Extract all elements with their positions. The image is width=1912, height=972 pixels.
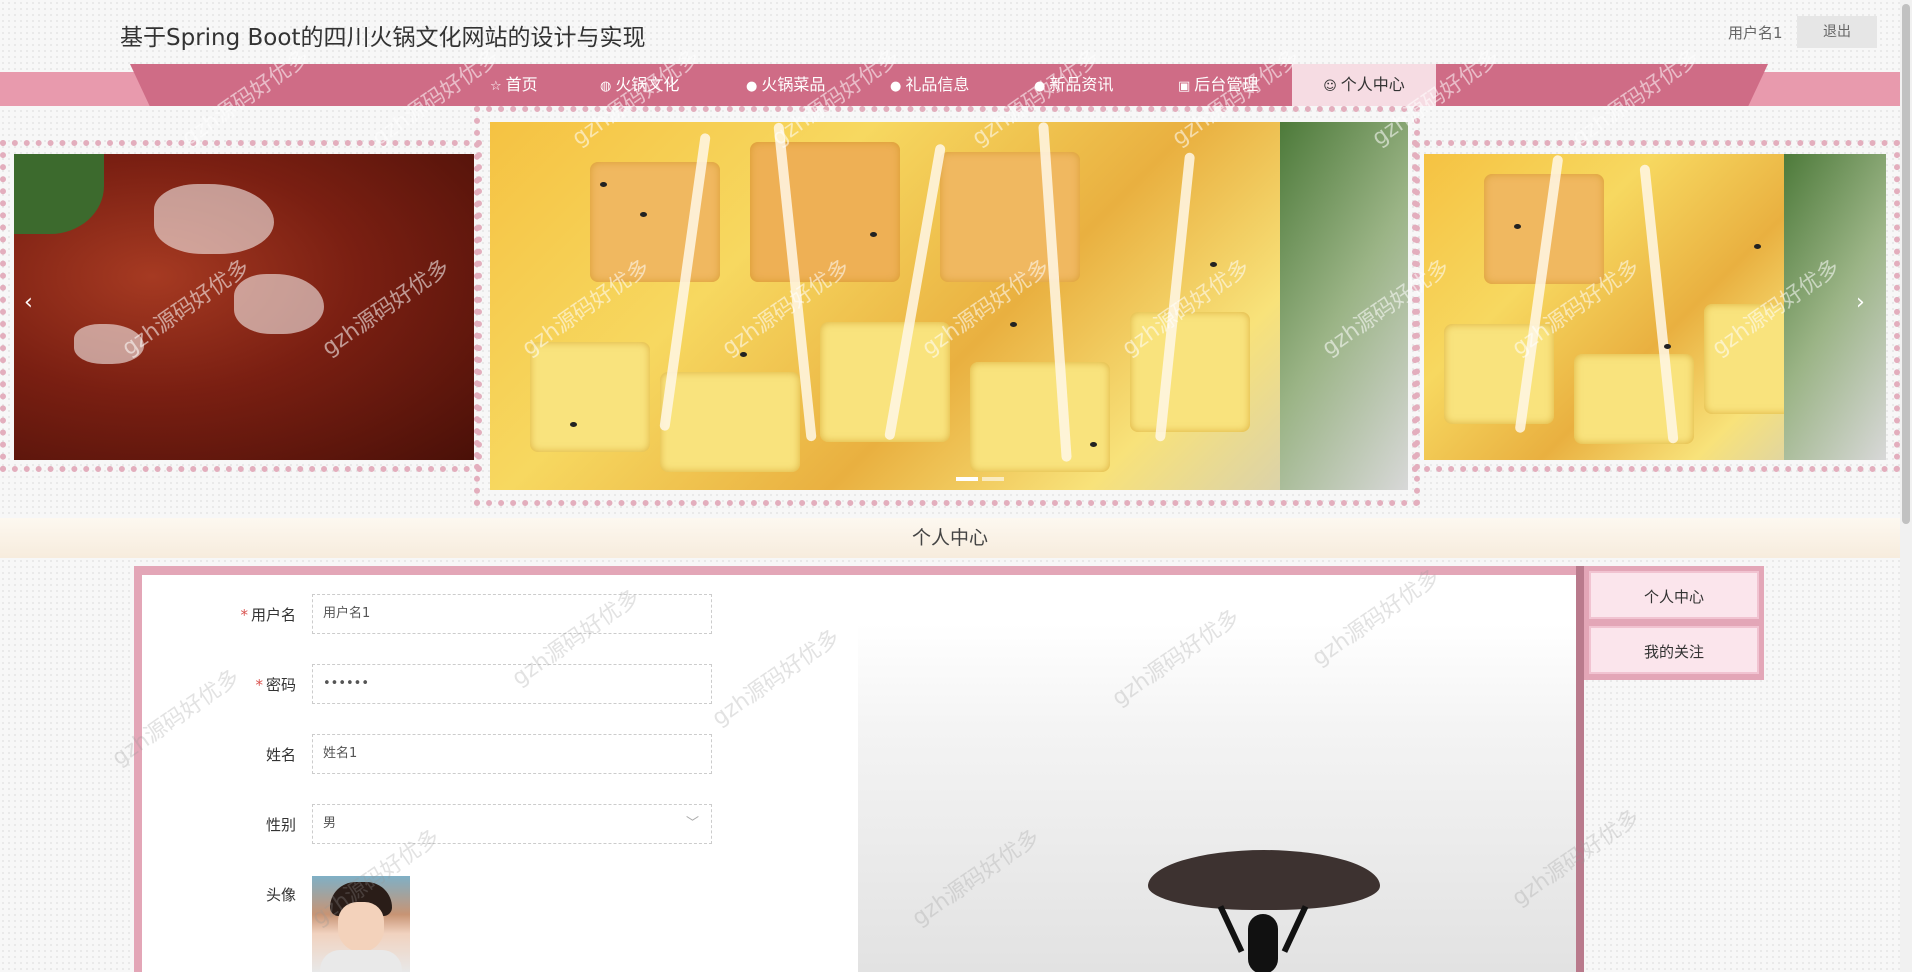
slide-image-center[interactable] xyxy=(490,122,1408,490)
name-input[interactable]: 姓名1 xyxy=(312,734,712,774)
nav-item-label: 个人中心 xyxy=(1340,75,1405,94)
info-icon: ● xyxy=(1034,79,1046,94)
nav-item-label: 礼品信息 xyxy=(905,75,970,94)
gender-select[interactable]: 男 ﹀ xyxy=(312,804,712,844)
form-row-name: 姓名 姓名1 xyxy=(142,734,722,776)
carousel-prev-arrow[interactable]: ‹ xyxy=(24,290,33,315)
scrollbar-thumb[interactable] xyxy=(1902,4,1910,524)
nav-item-label: 火锅菜品 xyxy=(761,75,826,94)
chevron-down-icon: ﹀ xyxy=(685,816,699,831)
slide-image-right[interactable] xyxy=(1424,154,1886,460)
form-row-gender: 性别 男 ﹀ xyxy=(142,804,722,846)
nav-item-personal-center[interactable]: ☺ 个人中心 xyxy=(1292,64,1436,106)
slide-image-left[interactable] xyxy=(14,154,474,460)
carousel-indicator[interactable] xyxy=(956,477,978,481)
culture-icon: ◍ xyxy=(600,79,612,94)
nav-item-home[interactable]: ☆ 首页 xyxy=(490,64,538,106)
user-name: 用户名1 xyxy=(1728,24,1783,42)
username-label: * 用户名 xyxy=(240,606,296,624)
username-input[interactable]: 用户名1 xyxy=(312,594,712,634)
top-bar: 基于Spring Boot的四川火锅文化网站的设计与实现 用户名1 退出 xyxy=(0,0,1912,62)
admin-icon: ▣ xyxy=(1178,79,1191,94)
section-title: 个人中心 xyxy=(0,518,1900,558)
nav-item-label: 后台管理 xyxy=(1194,75,1259,94)
info-icon: ● xyxy=(746,79,758,94)
form-row-password: * 密码 •••••• xyxy=(142,664,722,706)
password-label: * 密码 xyxy=(255,676,296,694)
gender-label: 性别 xyxy=(265,816,296,834)
question-icon: ● xyxy=(890,79,902,94)
panel-divider xyxy=(1576,566,1584,972)
avatar-image[interactable] xyxy=(312,876,410,972)
nav-item-gifts[interactable]: ● 礼品信息 xyxy=(890,64,969,106)
carousel-indicators xyxy=(956,466,1008,485)
nav-item-new-products[interactable]: ● 新品资讯 xyxy=(1034,64,1113,106)
site-title: 基于Spring Boot的四川火锅文化网站的设计与实现 xyxy=(120,25,646,51)
side-menu-item-personal-center[interactable]: 个人中心 xyxy=(1589,571,1759,619)
carousel-indicator[interactable] xyxy=(982,477,1004,481)
logout-button[interactable]: 退出 xyxy=(1797,16,1877,48)
carousel-next-arrow[interactable]: › xyxy=(1856,290,1865,315)
nav-item-hotpot-culture[interactable]: ◍ 火锅文化 xyxy=(600,64,679,106)
form-row-avatar: 头像 xyxy=(142,874,722,916)
nav-item-hotpot-dishes[interactable]: ● 火锅菜品 xyxy=(746,64,825,106)
password-input[interactable]: •••••• xyxy=(312,664,712,704)
name-label: 姓名 xyxy=(265,746,296,764)
star-icon: ☆ xyxy=(490,79,502,94)
decorative-image xyxy=(858,624,1576,972)
required-mark: * xyxy=(240,606,248,624)
nav-item-label: 首页 xyxy=(505,75,538,94)
required-mark: * xyxy=(255,676,263,694)
user-icon: ☺ xyxy=(1323,79,1337,94)
nav-item-admin[interactable]: ▣ 后台管理 xyxy=(1178,64,1258,106)
nav-item-label: 火锅文化 xyxy=(615,75,680,94)
nav-item-label: 新品资讯 xyxy=(1049,75,1114,94)
side-menu-item-my-follows[interactable]: 我的关注 xyxy=(1589,626,1759,674)
gender-value: 男 xyxy=(323,816,337,831)
form-row-username: * 用户名 用户名1 xyxy=(142,594,722,636)
avatar-label: 头像 xyxy=(265,886,296,904)
